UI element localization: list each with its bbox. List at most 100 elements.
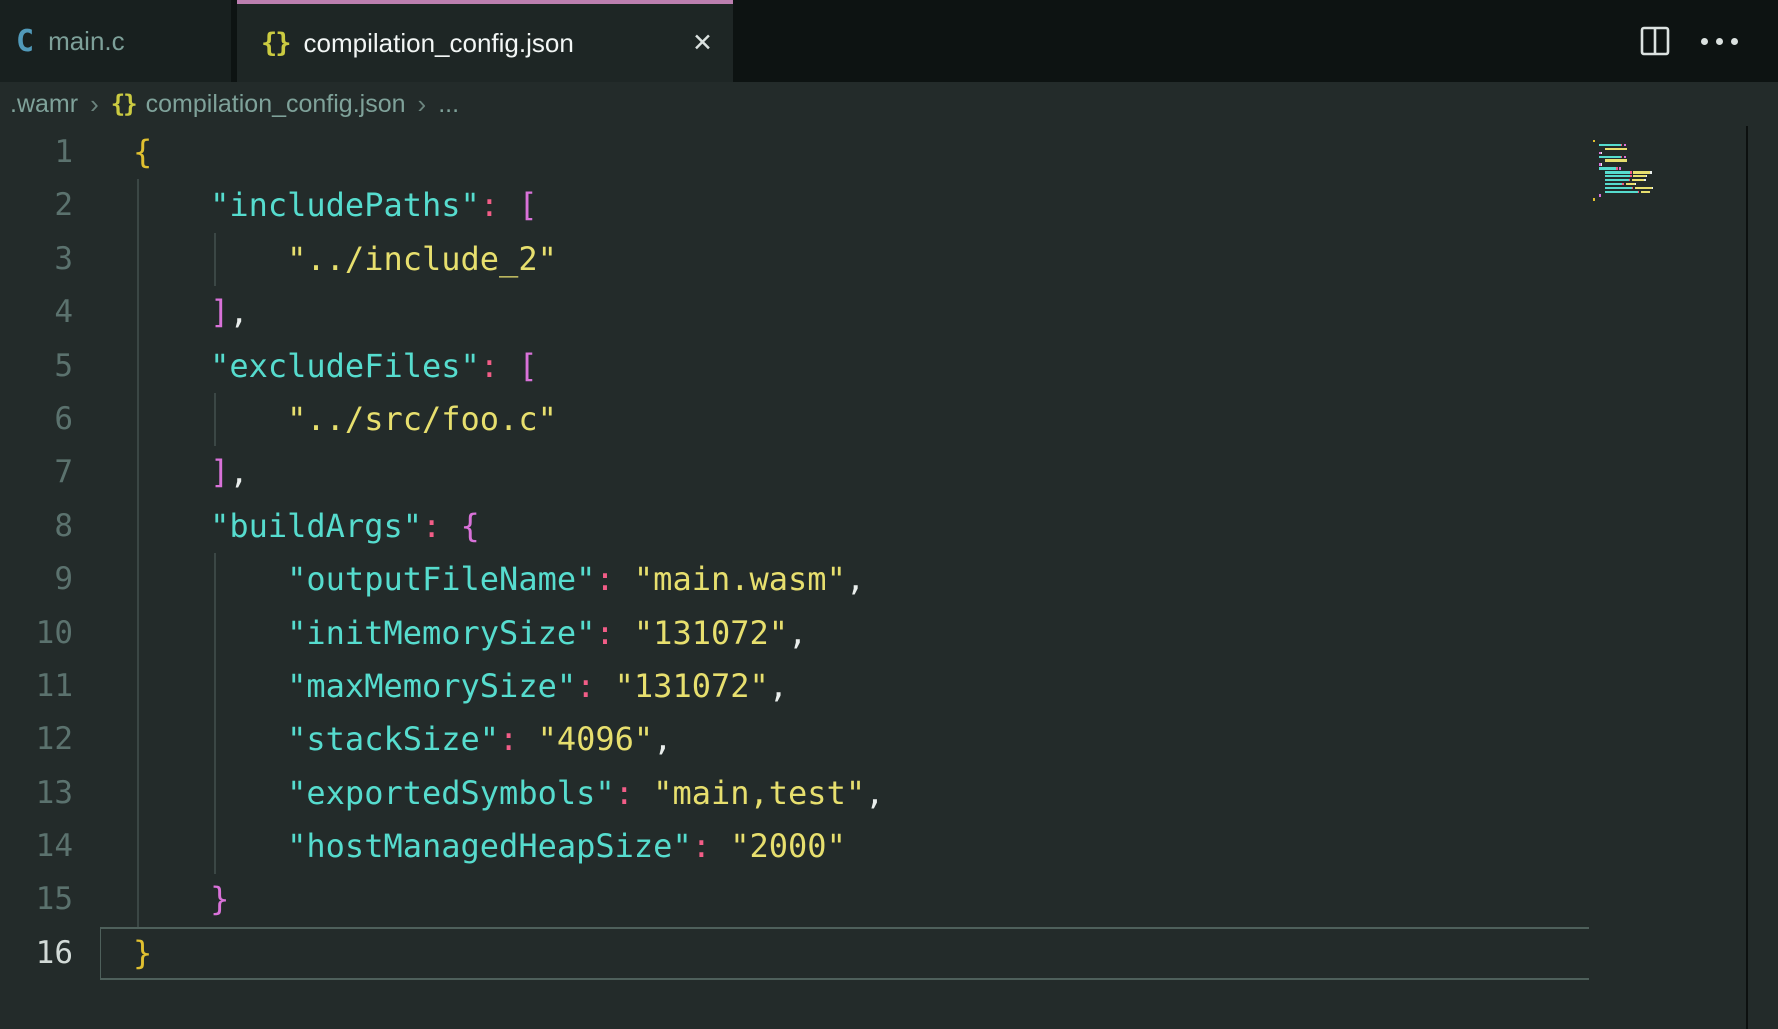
code-token: "2000": [730, 827, 846, 865]
code-line[interactable]: 13 "exportedSymbols": "main,test",: [0, 767, 1778, 820]
code-line[interactable]: 6 "../src/foo.c": [0, 393, 1778, 446]
line-number[interactable]: 2: [0, 179, 100, 232]
tab-compilation-config-json[interactable]: {} compilation_config.json ✕: [237, 0, 733, 82]
c-file-icon: C: [16, 24, 34, 59]
minimap-line: [1593, 179, 1746, 181]
minimap-divider: [1746, 126, 1748, 1029]
code-line-content: "excludeFiles": [: [100, 340, 1778, 393]
line-number[interactable]: 14: [0, 820, 100, 873]
line-number[interactable]: 1: [0, 126, 100, 179]
line-number[interactable]: 15: [0, 873, 100, 926]
line-number[interactable]: 4: [0, 286, 100, 339]
code-line-content: "stackSize": "4096",: [100, 713, 1778, 766]
code-token: ,: [788, 614, 807, 652]
code-token: :: [499, 720, 518, 758]
code-line[interactable]: 1{: [0, 126, 1778, 179]
editor-pane[interactable]: 1{2 "includePaths": [3 "../include_2"4 ]…: [0, 126, 1778, 1029]
code-token: [133, 400, 287, 438]
code-token: ,: [229, 293, 248, 331]
code-line-content: }: [100, 927, 1778, 980]
code-line[interactable]: 11 "maxMemorySize": "131072",: [0, 660, 1778, 713]
code-line-content: }: [100, 873, 1778, 926]
code-line[interactable]: 5 "excludeFiles": [: [0, 340, 1778, 393]
line-number[interactable]: 12: [0, 713, 100, 766]
minimap[interactable]: [1593, 140, 1746, 202]
code-token: :: [595, 560, 614, 598]
code-token: [133, 720, 287, 758]
code-line[interactable]: 15 }: [0, 873, 1778, 926]
code-token: [133, 240, 287, 278]
code-line[interactable]: 8 "buildArgs": {: [0, 500, 1778, 553]
editor-actions: [1639, 0, 1778, 82]
code-token: "../src/foo.c": [287, 400, 557, 438]
line-number[interactable]: 11: [0, 660, 100, 713]
code-line[interactable]: 7 ],: [0, 446, 1778, 499]
code-token: ,: [653, 720, 672, 758]
minimap-line: [1593, 163, 1746, 165]
code-token: "buildArgs": [210, 507, 422, 545]
code-line-content: ],: [100, 286, 1778, 339]
code-token: [634, 774, 653, 812]
code-token: [615, 614, 634, 652]
code-token: [499, 347, 518, 385]
code-token: "131072": [634, 614, 788, 652]
code-line[interactable]: 10 "initMemorySize": "131072",: [0, 607, 1778, 660]
close-tab-icon[interactable]: ✕: [692, 31, 713, 56]
breadcrumb-item-symbol[interactable]: ...: [438, 90, 459, 119]
code-line[interactable]: 2 "includePaths": [: [0, 179, 1778, 232]
code-token: [133, 614, 287, 652]
line-number[interactable]: 8: [0, 500, 100, 553]
line-number[interactable]: 9: [0, 553, 100, 606]
minimap-line: [1593, 159, 1746, 161]
line-number[interactable]: 6: [0, 393, 100, 446]
code-token: "131072": [615, 667, 769, 705]
line-number[interactable]: 5: [0, 340, 100, 393]
minimap-line: [1593, 194, 1746, 196]
tab-bar: C main.c {} compilation_config.json ✕: [0, 0, 1778, 82]
minimap-line: [1593, 191, 1746, 193]
code-area[interactable]: 1{2 "includePaths": [3 "../include_2"4 ]…: [0, 126, 1778, 980]
line-number[interactable]: 3: [0, 233, 100, 286]
code-token: :: [595, 614, 614, 652]
code-line[interactable]: 3 "../include_2": [0, 233, 1778, 286]
more-actions-icon[interactable]: [1701, 38, 1738, 45]
line-number[interactable]: 10: [0, 607, 100, 660]
code-token: [133, 453, 210, 491]
code-line[interactable]: 9 "outputFileName": "main.wasm",: [0, 553, 1778, 606]
code-line-content: "../src/foo.c": [100, 393, 1778, 446]
code-line[interactable]: 14 "hostManagedHeapSize": "2000": [0, 820, 1778, 873]
code-token: [595, 667, 614, 705]
code-line[interactable]: 4 ],: [0, 286, 1778, 339]
code-token: [518, 720, 537, 758]
code-token: [133, 186, 210, 224]
json-braces-icon: {}: [111, 90, 136, 118]
line-number[interactable]: 7: [0, 446, 100, 499]
code-token: [133, 880, 210, 918]
minimap-line: [1593, 183, 1746, 185]
code-line[interactable]: 12 "stackSize": "4096",: [0, 713, 1778, 766]
tab-label: compilation_config.json: [304, 28, 574, 59]
tab-main-c[interactable]: C main.c: [0, 0, 231, 82]
code-token: [499, 186, 518, 224]
code-line-content: {: [100, 126, 1778, 179]
code-line[interactable]: 16}: [0, 927, 1778, 980]
minimap-line: [1593, 152, 1746, 154]
code-token: "excludeFiles": [210, 347, 480, 385]
json-braces-icon: {}: [261, 28, 290, 59]
code-token: ]: [210, 293, 229, 331]
code-token: [: [518, 347, 537, 385]
line-number[interactable]: 13: [0, 767, 100, 820]
code-token: "outputFileName": [287, 560, 595, 598]
breadcrumb-item-wamr[interactable]: .wamr: [10, 90, 78, 119]
code-token: :: [692, 827, 711, 865]
code-token: ,: [769, 667, 788, 705]
code-token: [133, 667, 287, 705]
code-token: :: [422, 507, 441, 545]
code-token: "stackSize": [287, 720, 499, 758]
code-token: [133, 827, 287, 865]
code-token: [133, 774, 287, 812]
split-editor-icon[interactable]: [1639, 25, 1671, 57]
code-line-content: "maxMemorySize": "131072",: [100, 660, 1778, 713]
line-number[interactable]: 16: [0, 927, 100, 980]
breadcrumb-item-file[interactable]: compilation_config.json: [146, 90, 406, 119]
